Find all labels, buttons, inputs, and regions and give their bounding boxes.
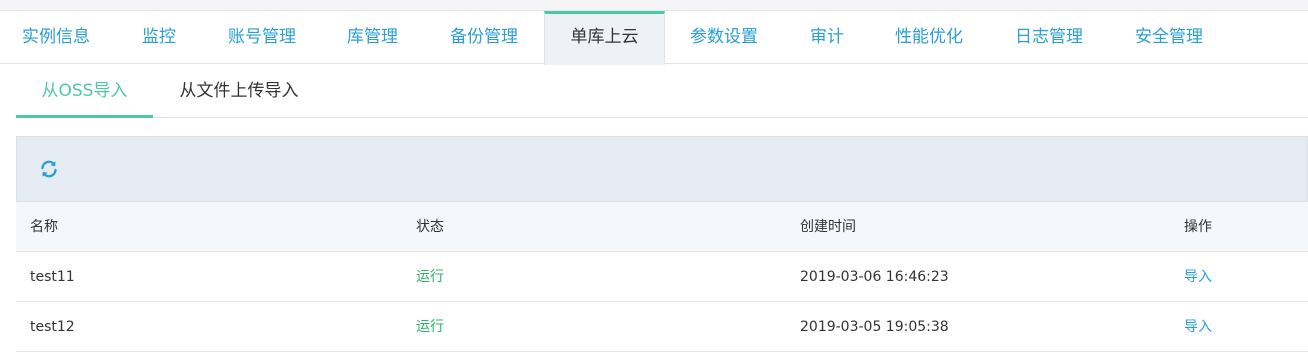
- tab-parameter-settings[interactable]: 参数设置: [690, 11, 758, 64]
- tab-performance-optimization[interactable]: 性能优化: [895, 11, 963, 64]
- status-badge: 运行: [416, 269, 444, 285]
- row-name: test12: [30, 319, 75, 335]
- subtab-import-from-oss[interactable]: 从OSS导入: [16, 64, 153, 118]
- tab-monitoring[interactable]: 监控: [142, 11, 176, 64]
- tab-log-management[interactable]: 日志管理: [1015, 11, 1083, 64]
- table-toolbar: [16, 136, 1308, 201]
- tab-single-db-migration[interactable]: 单库上云: [544, 11, 665, 65]
- import-link[interactable]: 导入: [1184, 252, 1212, 302]
- header-actions: 操作: [1184, 219, 1212, 235]
- row-created-time: 2019-03-05 19:05:38: [800, 319, 949, 335]
- table-header: 名称 状态 创建时间 操作: [16, 201, 1308, 252]
- row-created-time: 2019-03-06 16:46:23: [800, 269, 949, 285]
- tab-security-management[interactable]: 安全管理: [1135, 11, 1203, 64]
- table-row: test12 运行 2019-03-05 19:05:38 导入: [16, 302, 1308, 352]
- tab-account-management[interactable]: 账号管理: [228, 11, 296, 64]
- tab-audit[interactable]: 审计: [810, 11, 844, 64]
- row-name: test11: [30, 269, 75, 285]
- table-row: test11 运行 2019-03-06 16:46:23 导入: [16, 252, 1308, 302]
- main-tab-bar: 实例信息 监控 账号管理 库管理 备份管理 单库上云 参数设置 审计 性能优化 …: [0, 11, 1308, 65]
- tab-backup-management[interactable]: 备份管理: [450, 11, 518, 64]
- header-name: 名称: [30, 219, 58, 235]
- import-link[interactable]: 导入: [1184, 302, 1212, 352]
- top-strip: [0, 0, 1308, 11]
- sub-tab-bar: 从OSS导入 从文件上传导入: [16, 64, 1308, 118]
- tab-instance-info[interactable]: 实例信息: [22, 11, 90, 64]
- header-status: 状态: [416, 219, 444, 235]
- refresh-icon[interactable]: [39, 159, 59, 179]
- status-badge: 运行: [416, 319, 444, 335]
- tab-database-management[interactable]: 库管理: [347, 11, 398, 64]
- header-created-time: 创建时间: [800, 219, 856, 235]
- subtab-import-from-file-upload[interactable]: 从文件上传导入: [176, 64, 302, 118]
